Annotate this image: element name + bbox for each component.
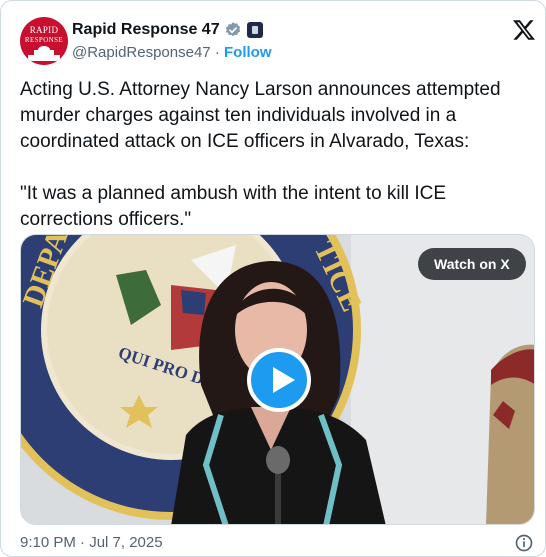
follow-button[interactable]: Follow: [224, 44, 272, 61]
play-icon[interactable]: [247, 348, 311, 412]
handle-row: @RapidResponse47 · Follow: [72, 44, 272, 61]
separator: ·: [210, 44, 224, 61]
capitol-icon: [28, 46, 60, 61]
name-row: Rapid Response 47: [72, 19, 263, 41]
x-logo-icon[interactable]: [512, 18, 536, 42]
info-icon[interactable]: [514, 533, 534, 553]
tweet-text: Acting U.S. Attorney Nancy Larson announ…: [20, 77, 530, 233]
avatar-line2: RESPONSE: [24, 36, 64, 44]
tweet-card: RAPID RESPONSE Rapid Response 47 @RapidR…: [0, 0, 546, 557]
verified-badge-icon: [225, 22, 240, 37]
affiliation-badge-icon: [246, 22, 263, 38]
avatar-line1: RAPID: [29, 25, 59, 35]
avatar[interactable]: RAPID RESPONSE: [20, 17, 68, 65]
handle[interactable]: @RapidResponse47: [72, 44, 211, 61]
tweet-paragraph-1: Acting U.S. Attorney Nancy Larson announ…: [20, 79, 501, 152]
timestamp[interactable]: 9:10 PM · Jul 7, 2025: [20, 534, 163, 551]
avatar-logo: RAPID RESPONSE: [20, 25, 68, 65]
video-player[interactable]: QUI PRO DOMINA DEPA TICE Watch on X: [20, 234, 535, 525]
tweet-paragraph-2: "It was a planned ambush with the intent…: [20, 183, 447, 230]
watch-on-x-button[interactable]: Watch on X: [418, 248, 526, 280]
display-name[interactable]: Rapid Response 47: [72, 21, 220, 39]
